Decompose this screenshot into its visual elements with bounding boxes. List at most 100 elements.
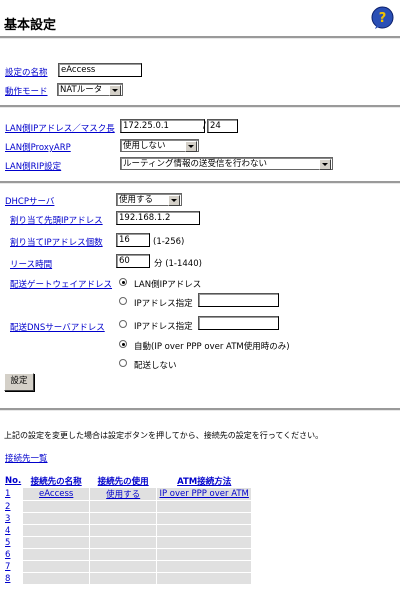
table-row: 2 [4, 501, 252, 512]
row-name-link[interactable]: eAccess [39, 489, 73, 499]
table-header-row: No. 接続先の名称 接続先の使用 ATM接続方法 [4, 475, 251, 487]
gateway-lan-option: LAN側IPアドレス [134, 280, 202, 290]
table-row: 3 [4, 513, 252, 524]
row-number-link[interactable]: 3 [5, 514, 10, 524]
rip-select[interactable]: ルーティング情報の送受信を行わない [120, 157, 333, 170]
row-atm-cell [157, 513, 252, 524]
row-name-cell [23, 501, 90, 512]
chevron-down-icon [319, 159, 331, 170]
separator [0, 36, 400, 39]
svg-text:?: ? [379, 11, 387, 26]
row-name-cell [23, 573, 90, 584]
dhcp-count-input[interactable] [116, 233, 150, 247]
row-name-cell [23, 537, 90, 548]
row-number-link[interactable]: 4 [5, 526, 10, 536]
row-name-cell [23, 549, 90, 560]
row-atm-cell [157, 561, 252, 572]
gateway-label[interactable]: 配送ゲートウェイアドレス [10, 278, 112, 290]
mode-label[interactable]: 動作モード [5, 85, 48, 97]
row-number-link[interactable]: 8 [5, 574, 10, 584]
row-usage-cell [90, 573, 157, 584]
dns-none-option: 配送しない [134, 361, 177, 371]
row-usage-cell [90, 513, 157, 524]
help-icon[interactable]: ? [371, 5, 394, 30]
rip-select-value: ルーティング情報の送受信を行わない [123, 159, 267, 169]
row-number-link[interactable]: 6 [5, 550, 10, 560]
config-name-label[interactable]: 設定の名称 [5, 66, 48, 78]
dns-ip-option: IPアドレス指定 [134, 322, 193, 332]
submit-button[interactable]: 設定 [4, 373, 34, 391]
table-row: 4 [4, 525, 252, 536]
row-usage-cell [90, 549, 157, 560]
dns-auto-option: 自動(IP over PPP over ATM使用時のみ) [134, 342, 290, 352]
gateway-ip-radio[interactable] [119, 297, 127, 305]
dns-ip-input[interactable] [198, 316, 279, 330]
instruction-note: 上記の設定を変更した場合は設定ボタンを押してから、接続先の設定を行ってください。 [4, 431, 324, 440]
row-number-link[interactable]: 1 [5, 489, 10, 499]
dhcp-select[interactable]: 使用する [116, 193, 182, 206]
gateway-lan-radio[interactable] [119, 278, 127, 286]
dhcp-select-value: 使用する [119, 195, 154, 205]
row-usage-link[interactable]: 使用する [106, 490, 140, 500]
row-name-cell [23, 513, 90, 524]
row-usage-cell [90, 501, 157, 512]
dns-label[interactable]: 配送DNSサーバアドレス [10, 321, 105, 333]
row-usage-cell [90, 561, 157, 572]
mode-select-value: NATルータ [60, 85, 103, 95]
row-atm-cell [157, 549, 252, 560]
dns-auto-radio[interactable] [119, 340, 127, 348]
connection-list-link[interactable]: 接続先一覧 [5, 452, 48, 464]
row-usage-cell [90, 537, 157, 548]
separator [0, 408, 400, 411]
dns-ip-radio[interactable] [119, 320, 127, 328]
lease-label[interactable]: リース時間 [10, 258, 52, 270]
proxy-arp-select[interactable]: 使用しない [120, 139, 199, 152]
dns-none-radio[interactable] [119, 359, 127, 367]
col-atm-header: ATM接続方法 [177, 477, 232, 487]
gateway-ip-option: IPアドレス指定 [134, 299, 193, 309]
proxy-arp-label[interactable]: LAN側ProxyARP [5, 141, 71, 153]
dhcp-start-input[interactable] [116, 211, 200, 225]
row-number-link[interactable]: 5 [5, 538, 10, 548]
gateway-ip-input[interactable] [198, 293, 279, 307]
row-atm-cell [157, 501, 252, 512]
page-title: 基本設定 [4, 18, 57, 33]
dhcp-label[interactable]: DHCPサーバ [5, 195, 54, 207]
col-no-header: No. [5, 476, 22, 486]
table-row: 7 [4, 561, 252, 572]
row-atm-cell [157, 573, 252, 584]
table-row: 5 [4, 537, 252, 548]
lan-ip-label[interactable]: LAN側IPアドレス／マスク長 [5, 122, 115, 134]
table-row: 1 eAccess 使用する IP over PPP over ATM [4, 488, 252, 500]
rip-label[interactable]: LAN側RIP設定 [5, 160, 61, 172]
chevron-down-icon [168, 195, 180, 206]
row-usage-cell [90, 525, 157, 536]
dhcp-start-label[interactable]: 割り当て先頭IPアドレス [10, 214, 103, 226]
separator [0, 105, 400, 108]
row-name-cell [23, 561, 90, 572]
proxy-arp-select-value: 使用しない [123, 141, 166, 151]
row-atm-cell [157, 537, 252, 548]
lease-input[interactable] [116, 254, 150, 268]
connection-table: No. 接続先の名称 接続先の使用 ATM接続方法 1 eAccess 使用する… [3, 474, 252, 585]
col-usage-header: 接続先の使用 [97, 477, 149, 487]
chevron-down-icon [109, 85, 121, 96]
col-name-header: 接続先の名称 [30, 477, 82, 487]
dhcp-count-label[interactable]: 割り当てIPアドレス個数 [10, 236, 103, 248]
lan-ip-input[interactable] [120, 119, 205, 133]
mask-length-input[interactable] [207, 119, 238, 133]
row-number-link[interactable]: 2 [5, 502, 10, 512]
row-atm-link[interactable]: IP over PPP over ATM [159, 489, 248, 499]
dhcp-count-range: (1-256) [153, 237, 185, 247]
table-row: 6 [4, 549, 252, 560]
config-name-input[interactable] [58, 63, 142, 77]
row-atm-cell [157, 525, 252, 536]
lease-unit: 分 (1-1440) [154, 259, 202, 269]
mode-select[interactable]: NATルータ [57, 83, 123, 96]
mask-separator: / [203, 121, 206, 131]
row-number-link[interactable]: 7 [5, 562, 10, 572]
row-name-cell [23, 525, 90, 536]
separator [0, 181, 400, 184]
chevron-down-icon [185, 141, 197, 152]
table-row: 8 [4, 573, 252, 584]
